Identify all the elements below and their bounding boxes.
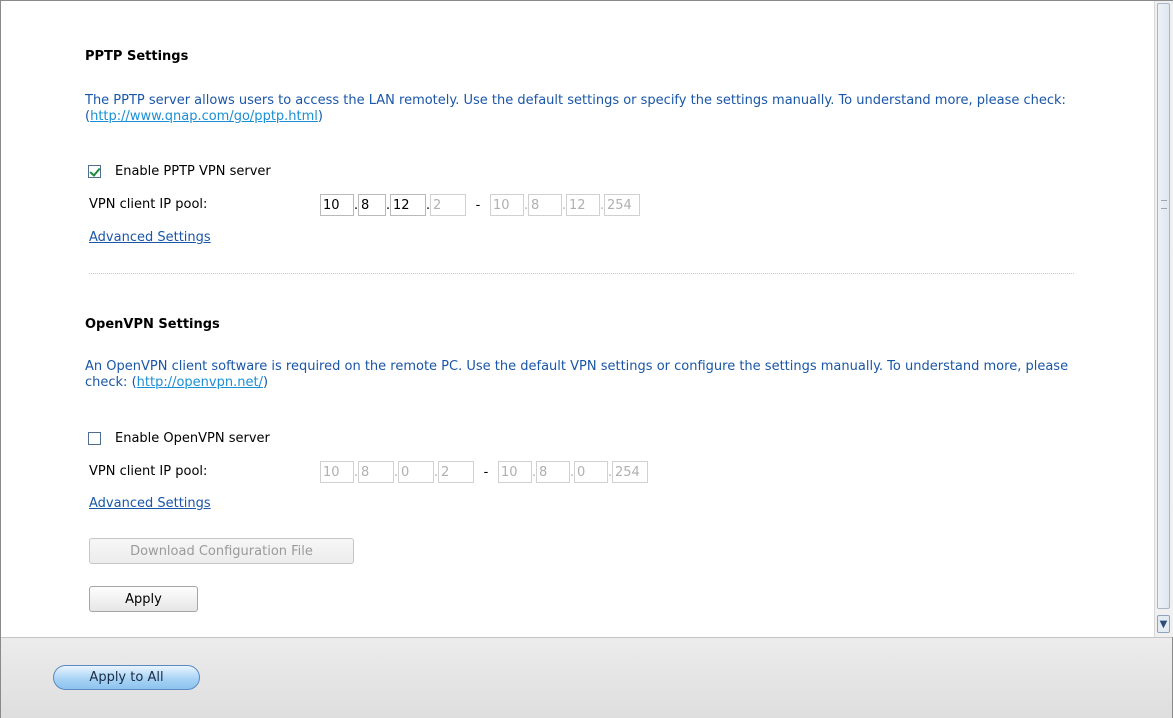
openvpn-description: An OpenVPN client software is required o… <box>85 359 1069 390</box>
pptp-pool-end-octet-2: 8 <box>528 194 562 216</box>
pptp-ip-pool: 10 . 8 . 12 . 2 - 10 . 8 . 12 . 254 <box>320 194 640 216</box>
pptp-enable-row: Enable PPTP VPN server <box>88 162 271 180</box>
openvpn-pool-end-octet-1: 10 <box>498 461 532 483</box>
vpn-settings-panel: PPTP Settings The PPTP server allows use… <box>1 1 1154 637</box>
pptp-pool-end-octet-4: 254 <box>604 194 640 216</box>
pptp-pool-start-octet-1[interactable]: 10 <box>320 194 354 216</box>
apply-button[interactable]: Apply <box>89 586 198 612</box>
pptp-pool-start-octet-4: 2 <box>430 194 466 216</box>
openvpn-advanced-settings-link[interactable]: Advanced Settings <box>89 496 211 511</box>
openvpn-pool-label: VPN client IP pool: <box>89 464 208 479</box>
openvpn-pool-start-octet-3: 0 <box>398 461 434 483</box>
openvpn-enable-label: Enable OpenVPN server <box>115 430 270 446</box>
apply-to-all-button[interactable]: Apply to All <box>53 665 200 690</box>
openvpn-pool-end-octet-3: 0 <box>574 461 608 483</box>
openvpn-section-title: OpenVPN Settings <box>85 317 220 332</box>
openvpn-help-link[interactable]: http://openvpn.net/ <box>137 375 263 390</box>
pptp-pool-end-octet-3: 12 <box>566 194 600 216</box>
openvpn-pool-end-octet-4: 254 <box>612 461 648 483</box>
openvpn-pool-start-octet-1: 10 <box>320 461 354 483</box>
scrollbar-thumb[interactable] <box>1157 3 1170 609</box>
section-divider <box>89 273 1074 274</box>
download-configuration-button[interactable]: Download Configuration File <box>89 538 354 564</box>
scrollbar-grip-icon <box>1161 200 1167 209</box>
pptp-pool-start-octet-2[interactable]: 8 <box>358 194 386 216</box>
pptp-help-link[interactable]: http://www.qnap.com/go/pptp.html <box>90 109 318 124</box>
openvpn-pool-start-octet-2: 8 <box>358 461 394 483</box>
pptp-description: The PPTP server allows users to access t… <box>85 93 1066 124</box>
footer-bar: Apply to All <box>1 637 1172 718</box>
pptp-pool-start-octet-3[interactable]: 12 <box>390 194 426 216</box>
pptp-advanced-settings-link[interactable]: Advanced Settings <box>89 230 211 245</box>
pptp-section-title: PPTP Settings <box>85 49 189 64</box>
openvpn-enable-row: Enable OpenVPN server <box>88 429 270 447</box>
pptp-enable-checkbox[interactable] <box>88 164 101 178</box>
openvpn-pool-end-octet-2: 8 <box>536 461 570 483</box>
pptp-pool-end-octet-1: 10 <box>490 194 524 216</box>
settings-window: PPTP Settings The PPTP server allows use… <box>0 0 1173 718</box>
chevron-down-icon[interactable]: ▼ <box>1157 615 1170 633</box>
vertical-scrollbar[interactable]: ▼ <box>1154 1 1173 637</box>
openvpn-enable-checkbox[interactable] <box>88 431 101 445</box>
pptp-pool-label: VPN client IP pool: <box>89 197 208 212</box>
openvpn-ip-pool: 10 . 8 . 0 . 2 - 10 . 8 . 0 . 254 <box>320 461 648 483</box>
openvpn-pool-start-octet-4: 2 <box>438 461 474 483</box>
pptp-enable-label: Enable PPTP VPN server <box>115 163 271 179</box>
